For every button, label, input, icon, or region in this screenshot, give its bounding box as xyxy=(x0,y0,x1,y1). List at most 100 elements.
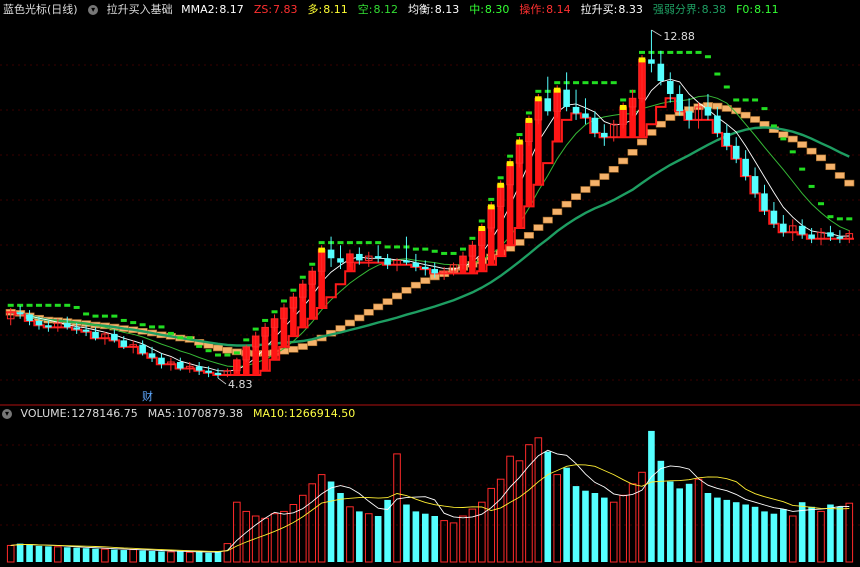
volume-header-item-value: 1278146.75 xyxy=(71,407,138,420)
candle-body xyxy=(591,117,599,133)
resistance-dot xyxy=(846,217,853,221)
main-header-item-value: 8.14 xyxy=(546,3,571,16)
candle-body xyxy=(205,370,212,373)
candle-body xyxy=(827,232,834,237)
indicator-menu-icon[interactable]: ▾ xyxy=(88,5,99,15)
volume-bar xyxy=(808,506,815,562)
candle-body xyxy=(177,362,184,369)
resistance-dot xyxy=(337,241,344,245)
indicator-name[interactable]: 拉升买入基础 xyxy=(107,3,173,16)
volume-bar xyxy=(704,493,712,562)
candle-body xyxy=(139,344,146,354)
resistance-dot xyxy=(582,81,589,85)
candle-body xyxy=(732,145,740,159)
band-segment xyxy=(636,138,648,146)
resistance-dot xyxy=(26,303,33,307)
candle-body xyxy=(601,132,608,138)
volume-bar xyxy=(242,510,251,563)
volume-menu-icon[interactable]: ▾ xyxy=(2,409,12,419)
chart-canvas[interactable]: 12.88 4.83 财 xyxy=(0,0,860,567)
resistance-dot xyxy=(384,245,391,249)
candle-body xyxy=(563,89,570,107)
resistance-dot xyxy=(573,81,580,85)
main-header-item-label: F0: xyxy=(736,3,754,16)
volume-bar xyxy=(676,488,683,562)
volume-bar xyxy=(525,444,533,563)
band-segment xyxy=(222,346,233,354)
resistance-dot xyxy=(149,325,156,329)
resistance-dot xyxy=(459,247,466,251)
volume-bar xyxy=(666,481,674,562)
candle-body xyxy=(384,258,391,265)
resistance-dot xyxy=(808,184,815,188)
volume-bar xyxy=(591,493,599,562)
volume-bar xyxy=(648,430,655,562)
band-segment xyxy=(514,239,525,246)
resistance-dot xyxy=(695,50,702,54)
band-segment xyxy=(627,149,638,156)
candle-body xyxy=(798,225,806,235)
buy-marker xyxy=(553,87,561,93)
volume-bar xyxy=(506,455,514,563)
resistance-dot xyxy=(525,111,532,115)
main-header-item-value: 7.83 xyxy=(273,3,298,16)
candle-body xyxy=(337,258,344,263)
volume-bar xyxy=(195,551,203,562)
candle-body xyxy=(770,210,778,224)
volume-bar xyxy=(685,483,693,562)
buy-marker xyxy=(619,104,627,110)
band-segment xyxy=(420,277,431,284)
resistance-dot xyxy=(101,314,108,318)
volume-header-item-label: MA10: xyxy=(252,407,288,420)
candle-body xyxy=(92,331,99,339)
resistance-dot xyxy=(271,310,278,314)
volume-bar xyxy=(544,451,552,562)
resistance-dot xyxy=(667,50,674,54)
main-header-item-label: 空: xyxy=(357,3,373,16)
volume-bar xyxy=(788,515,797,563)
band-segment xyxy=(354,314,365,322)
resistance-dot xyxy=(233,351,240,355)
candle-body xyxy=(356,253,363,261)
volume-header-item-label: VOLUME: xyxy=(20,407,71,420)
resistance-dot xyxy=(535,89,542,93)
band-segment xyxy=(410,281,421,289)
candle-body xyxy=(16,312,24,315)
main-header-item-value: 8.30 xyxy=(484,3,510,16)
volume-header-item-value: 1266914.50 xyxy=(288,407,356,420)
main-header-item-2: 多:8.11 xyxy=(308,3,353,16)
candle-body xyxy=(45,325,52,328)
volume-bar xyxy=(403,504,410,562)
band-segment xyxy=(599,173,610,180)
resistance-dot xyxy=(54,303,61,307)
buy-marker xyxy=(516,139,523,145)
resistance-dot xyxy=(610,81,617,85)
candle-body xyxy=(836,236,844,239)
main-header-item-5: 中:8.30 xyxy=(469,3,514,16)
resistance-dot xyxy=(412,247,419,251)
band-segment xyxy=(608,166,619,173)
resistance-dot xyxy=(64,303,71,307)
candle-body xyxy=(214,372,222,375)
volume-header-item-0: VOLUME:1278146.75 xyxy=(21,407,143,420)
resistance-dot xyxy=(394,245,401,249)
volume-bar xyxy=(515,460,524,563)
volume-bar xyxy=(601,497,608,562)
volume-bar xyxy=(553,474,561,563)
candle-body xyxy=(544,98,552,112)
resistance-dot xyxy=(836,217,843,221)
volume-bar xyxy=(63,547,71,562)
buy-marker xyxy=(487,204,495,210)
main-header-item-0: MMA2:8.17 xyxy=(181,3,249,16)
resistance-dot xyxy=(299,275,306,279)
resistance-dot xyxy=(262,318,269,322)
candle-body xyxy=(374,256,382,259)
candle-body xyxy=(403,260,410,263)
candle-body xyxy=(35,320,43,326)
band-segment xyxy=(816,154,827,162)
volume-bar xyxy=(205,552,212,562)
stock-chart-window: 12.88 4.83 财 蓝色光标(日线) ▾ 拉升买入基础 MMA2:8.17 ZS… xyxy=(0,0,860,567)
resistance-dot xyxy=(243,338,250,342)
buy-marker xyxy=(318,247,325,253)
band-segment xyxy=(646,129,657,136)
